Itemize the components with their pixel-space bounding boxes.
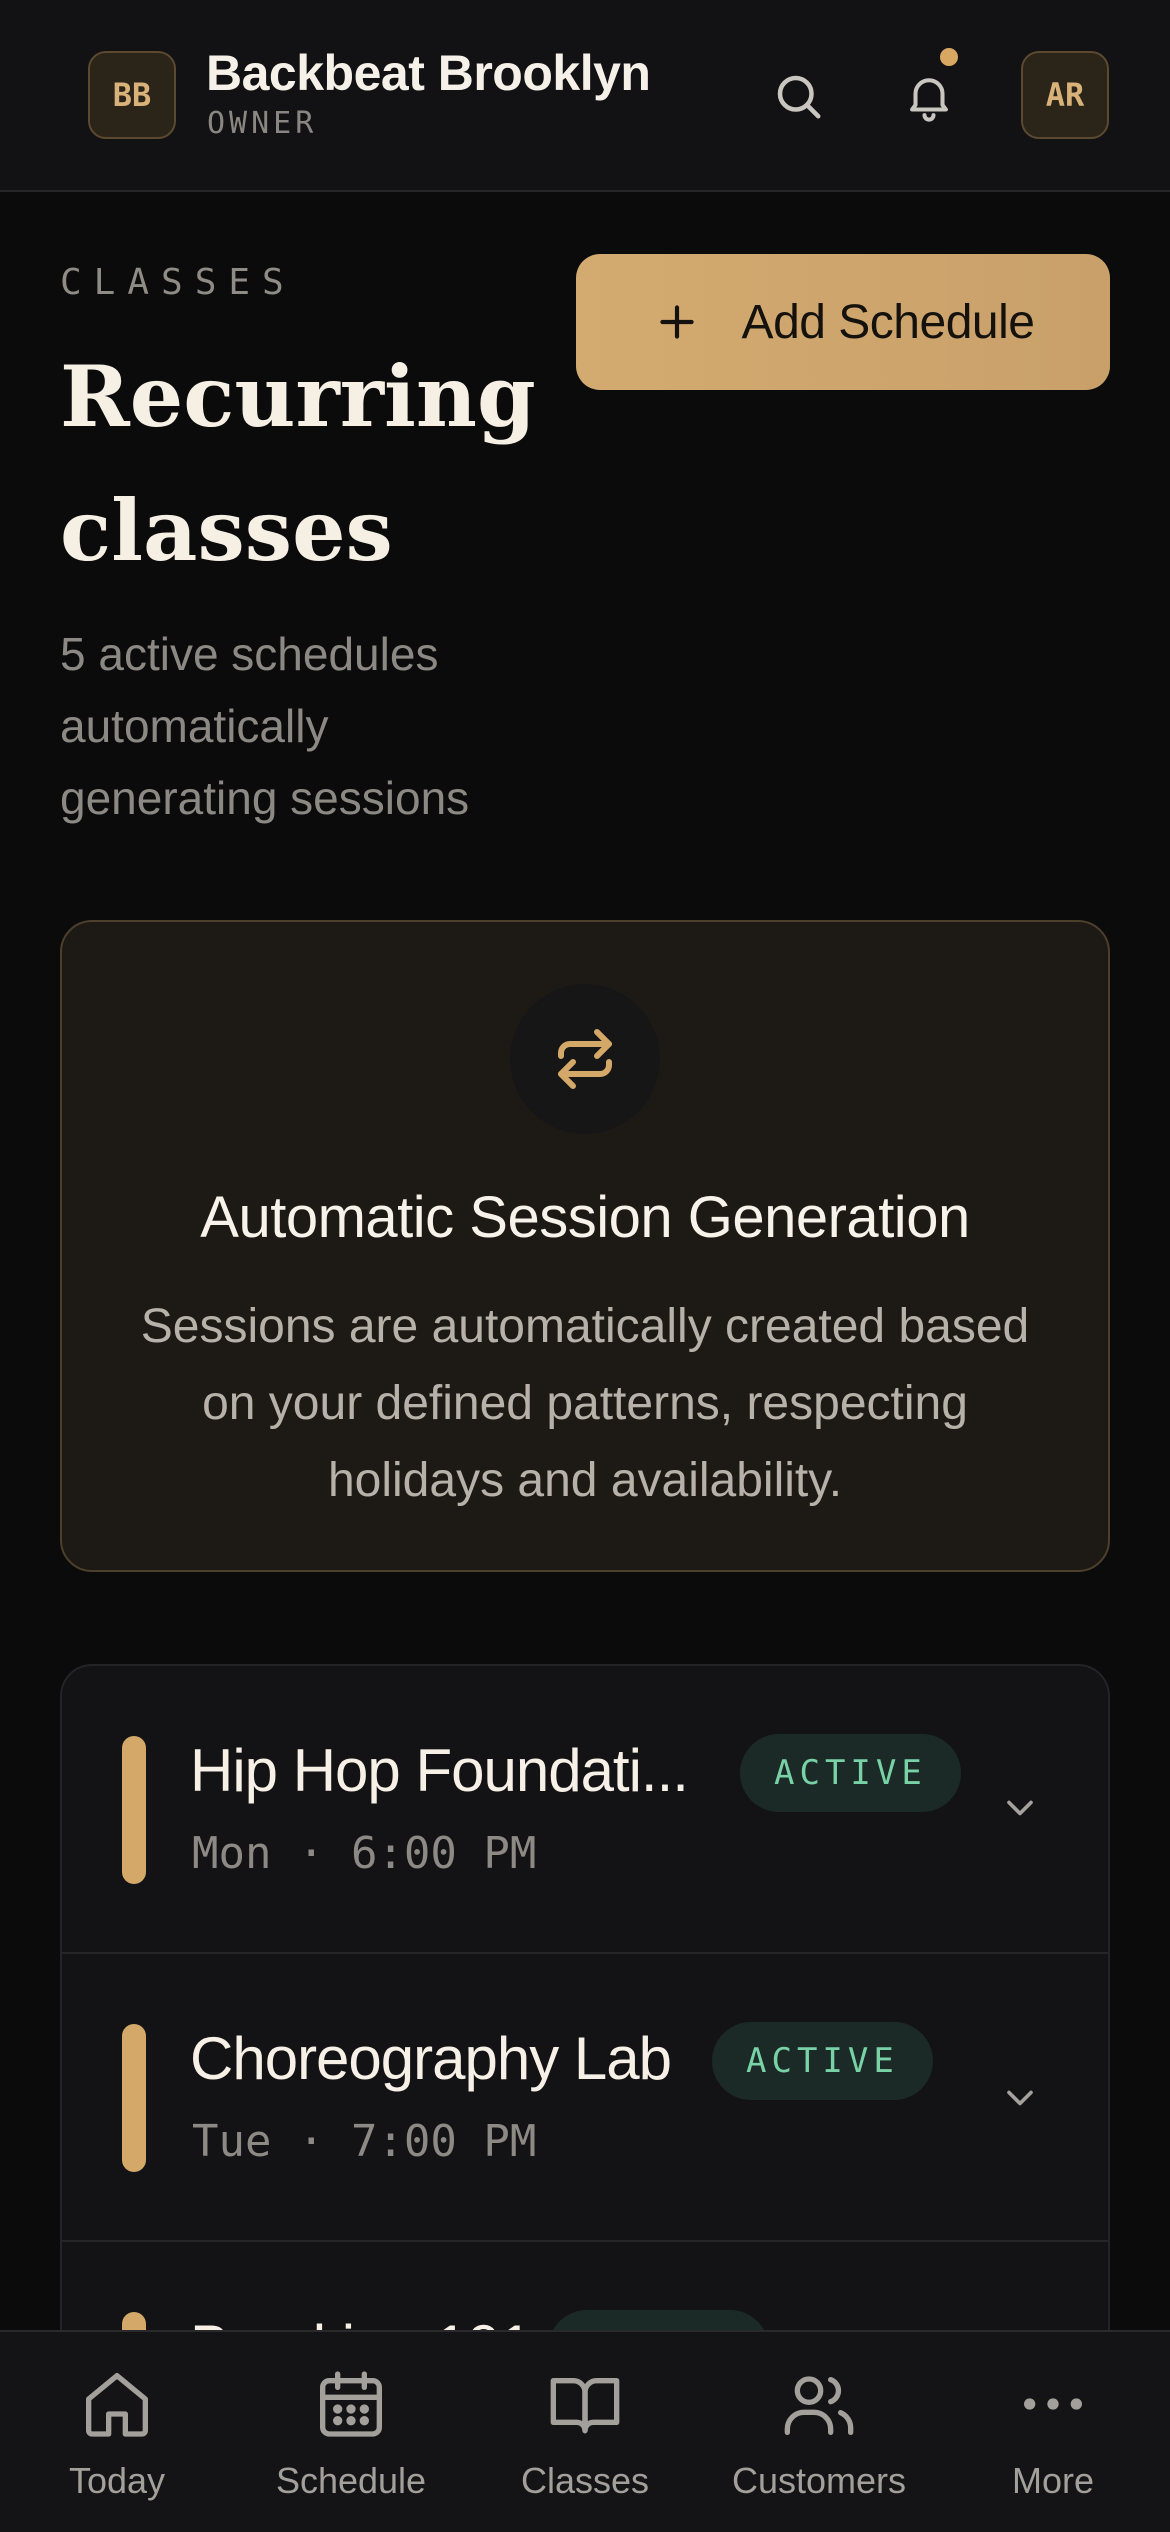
add-schedule-button[interactable]: Add Schedule <box>576 254 1110 390</box>
nav-label: Today <box>68 2460 166 2501</box>
top-bar: BB Backbeat Brooklyn OWNER AR <box>0 0 1170 192</box>
schedule-row[interactable]: Choreography Lab ACTIVE Tue · 7:00 PM <box>62 1954 1108 2242</box>
search-icon <box>777 75 821 119</box>
nav-item-schedule[interactable]: Schedule <box>234 2332 468 2532</box>
page-title: Recurring classes <box>60 347 536 580</box>
home-icon <box>75 2362 159 2446</box>
repeat-icon <box>558 1029 612 1089</box>
nav-item-today[interactable]: Today <box>0 2332 234 2532</box>
user-avatar[interactable]: AR <box>1021 51 1109 139</box>
expand-button[interactable] <box>990 2068 1050 2128</box>
repeat-icon-badge <box>510 984 660 1134</box>
more-icon <box>1011 2362 1095 2446</box>
nav-item-more[interactable]: More <box>936 2332 1170 2532</box>
nav-label: Schedule <box>275 2460 427 2501</box>
nav-label: Customers <box>731 2460 907 2501</box>
info-card-body: Sessions are automatically created based… <box>140 1300 1030 1507</box>
chevron-down-icon <box>1007 2090 1033 2106</box>
schedule-row[interactable]: Hip Hop Foundati... ACTIVE Mon · 6:00 PM <box>62 1666 1108 1954</box>
schedule-time: Mon · 6:00 PM <box>192 1828 537 1879</box>
notifications-button[interactable] <box>889 56 969 136</box>
search-button[interactable] <box>758 56 838 136</box>
section-eyebrow: CLASSES <box>60 262 296 303</box>
notification-dot <box>940 48 958 66</box>
org-role: OWNER <box>207 106 318 141</box>
schedule-name: Choreography Lab <box>190 2025 672 2092</box>
org-avatar[interactable]: BB <box>88 51 176 139</box>
status-badge: ACTIVE <box>712 2022 933 2100</box>
nav-label: More <box>1011 2460 1095 2501</box>
bell-icon <box>910 78 948 122</box>
calendar-icon <box>309 2362 393 2446</box>
nav-item-customers[interactable]: Customers <box>702 2332 936 2532</box>
schedule-time: Tue · 7:00 PM <box>192 2116 537 2167</box>
book-icon <box>543 2362 627 2446</box>
schedule-list: Hip Hop Foundati... ACTIVE Mon · 6:00 PM… <box>60 1664 1110 2384</box>
bottom-nav: Today Schedule Classes Customers More <box>0 2330 1170 2532</box>
nav-item-classes[interactable]: Classes <box>468 2332 702 2532</box>
add-schedule-label: Add Schedule <box>741 295 1035 349</box>
auto-generation-card: Automatic Session Generation Sessions ar… <box>60 920 1110 1572</box>
users-icon <box>777 2362 861 2446</box>
plus-icon <box>652 297 702 347</box>
info-card-title: Automatic Session Generation <box>200 1185 970 1250</box>
expand-button[interactable] <box>990 1778 1050 1838</box>
schedule-name: Hip Hop Foundati... <box>190 1737 689 1804</box>
status-badge: ACTIVE <box>740 1734 961 1812</box>
schedule-color-bar <box>122 2024 146 2172</box>
schedule-color-bar <box>122 1736 146 1884</box>
page-subtitle: 5 active schedules automatically generat… <box>60 628 470 824</box>
nav-label: Classes <box>520 2460 650 2501</box>
chevron-down-icon <box>1007 1800 1033 1816</box>
org-name: Backbeat Brooklyn <box>206 45 651 101</box>
